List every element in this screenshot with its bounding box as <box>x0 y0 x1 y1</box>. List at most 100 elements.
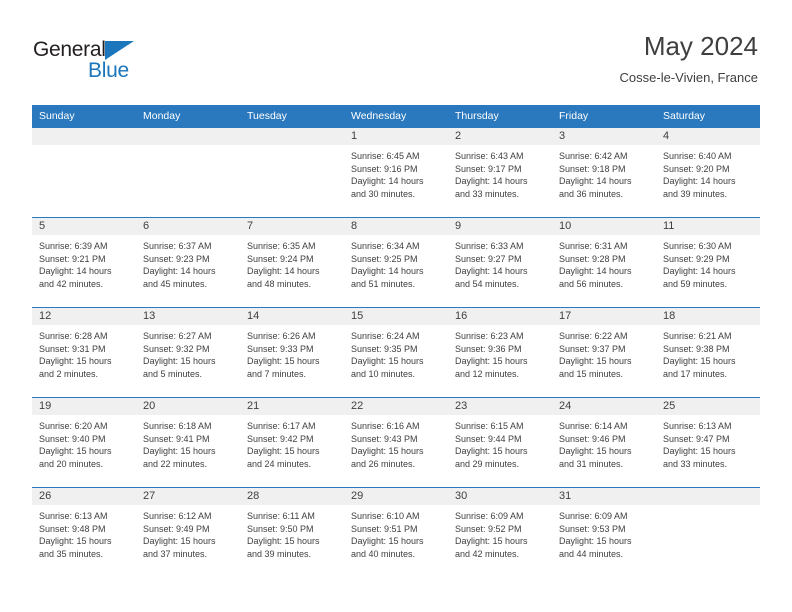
calendar-day-cell[interactable]: 14 Sunrise: 6:26 AM Sunset: 9:33 PM Dayligh… <box>240 307 344 398</box>
calendar-day-cell[interactable]: 1 Sunrise: 6:45 AM Sunset: 9:16 PM Daylight… <box>344 127 448 218</box>
day-details <box>136 145 240 150</box>
day-details: Sunrise: 6:15 AM Sunset: 9:44 PM Daylight:… <box>448 415 552 470</box>
day-details: Sunrise: 6:30 AM Sunset: 9:29 PM Daylight:… <box>656 235 760 290</box>
daylight-text: Daylight: 15 hours <box>559 536 632 547</box>
day-number: 3 <box>552 128 656 145</box>
calendar-day-cell[interactable]: 21 Sunrise: 6:17 AM Sunset: 9:42 PM Dayligh… <box>240 397 344 488</box>
calendar-day-cell[interactable]: 13 Sunrise: 6:27 AM Sunset: 9:32 PM Dayligh… <box>136 307 240 398</box>
sunrise-text: Sunrise: 6:20 AM <box>39 421 108 431</box>
day-number: 7 <box>240 218 344 235</box>
day-details: Sunrise: 6:12 AM Sunset: 9:49 PM Daylight:… <box>136 505 240 560</box>
calendar-day-cell[interactable]: 16 Sunrise: 6:23 AM Sunset: 9:36 PM Dayligh… <box>448 307 552 398</box>
daylight-text: Daylight: 15 hours <box>559 446 632 457</box>
day-details: Sunrise: 6:18 AM Sunset: 9:41 PM Daylight:… <box>136 415 240 470</box>
calendar-day-cell[interactable]: 23 Sunrise: 6:15 AM Sunset: 9:44 PM Dayligh… <box>448 397 552 488</box>
sunrise-text: Sunrise: 6:28 AM <box>39 331 108 341</box>
sunset-text: Sunset: 9:23 PM <box>143 253 210 264</box>
weekday-header-friday: Friday <box>552 105 656 128</box>
calendar-day-cell[interactable]: 31 Sunrise: 6:09 AM Sunset: 9:53 PM Dayligh… <box>552 487 656 577</box>
general-blue-logo[interactable]: General Blue <box>33 38 153 84</box>
day-details: Sunrise: 6:09 AM Sunset: 9:52 PM Daylight:… <box>448 505 552 560</box>
calendar-day-cell[interactable]: 9 Sunrise: 6:33 AM Sunset: 9:27 PM Daylight… <box>448 217 552 308</box>
calendar-day-cell[interactable]: 19 Sunrise: 6:20 AM Sunset: 9:40 PM Dayligh… <box>32 397 136 488</box>
calendar-day-cell[interactable]: 28 Sunrise: 6:11 AM Sunset: 9:50 PM Dayligh… <box>240 487 344 577</box>
daylight-text: and 31 minutes. <box>559 458 624 469</box>
daylight-text: Daylight: 14 hours <box>39 266 112 277</box>
day-details: Sunrise: 6:39 AM Sunset: 9:21 PM Daylight:… <box>32 235 136 290</box>
daylight-text: Daylight: 15 hours <box>455 356 528 367</box>
calendar-day-cell[interactable]: 29 Sunrise: 6:10 AM Sunset: 9:51 PM Dayligh… <box>344 487 448 577</box>
day-details: Sunrise: 6:11 AM Sunset: 9:50 PM Daylight:… <box>240 505 344 560</box>
calendar-day-cell[interactable]: 20 Sunrise: 6:18 AM Sunset: 9:41 PM Dayligh… <box>136 397 240 488</box>
calendar-day-cell[interactable]: 11 Sunrise: 6:30 AM Sunset: 9:29 PM Dayligh… <box>656 217 760 308</box>
sunset-text: Sunset: 9:53 PM <box>559 523 626 534</box>
day-number: 9 <box>448 218 552 235</box>
calendar-cell-empty <box>240 127 344 218</box>
calendar-day-cell[interactable]: 22 Sunrise: 6:16 AM Sunset: 9:43 PM Dayligh… <box>344 397 448 488</box>
day-details <box>32 145 136 150</box>
daylight-text: Daylight: 15 hours <box>663 446 736 457</box>
day-number: 1 <box>344 128 448 145</box>
day-number: 21 <box>240 398 344 415</box>
day-number: 2 <box>448 128 552 145</box>
calendar-week-row: 1 Sunrise: 6:45 AM Sunset: 9:16 PM Daylight… <box>32 127 760 218</box>
sunset-text: Sunset: 9:49 PM <box>143 523 210 534</box>
daylight-text: Daylight: 15 hours <box>247 536 320 547</box>
weekday-header-sunday: Sunday <box>32 105 136 128</box>
sunset-text: Sunset: 9:24 PM <box>247 253 314 264</box>
day-details: Sunrise: 6:28 AM Sunset: 9:31 PM Daylight:… <box>32 325 136 380</box>
daylight-text: Daylight: 15 hours <box>247 356 320 367</box>
sunset-text: Sunset: 9:17 PM <box>455 163 522 174</box>
calendar-day-cell[interactable]: 15 Sunrise: 6:24 AM Sunset: 9:35 PM Dayligh… <box>344 307 448 398</box>
day-number: 17 <box>552 308 656 325</box>
sunset-text: Sunset: 9:42 PM <box>247 433 314 444</box>
day-number: 15 <box>344 308 448 325</box>
day-details: Sunrise: 6:09 AM Sunset: 9:53 PM Daylight:… <box>552 505 656 560</box>
sunrise-text: Sunrise: 6:12 AM <box>143 511 212 521</box>
sunrise-text: Sunrise: 6:24 AM <box>351 331 420 341</box>
sunset-text: Sunset: 9:32 PM <box>143 343 210 354</box>
daylight-text: Daylight: 15 hours <box>663 356 736 367</box>
calendar-day-cell[interactable]: 17 Sunrise: 6:22 AM Sunset: 9:37 PM Dayligh… <box>552 307 656 398</box>
calendar-header-row: Sunday Monday Tuesday Wednesday Thursday Frid… <box>32 105 760 128</box>
sunset-text: Sunset: 9:18 PM <box>559 163 626 174</box>
calendar-day-cell[interactable]: 18 Sunrise: 6:21 AM Sunset: 9:38 PM Dayligh… <box>656 307 760 398</box>
daylight-text: and 20 minutes. <box>39 458 104 469</box>
calendar-day-cell[interactable]: 3 Sunrise: 6:42 AM Sunset: 9:18 PM Daylight… <box>552 127 656 218</box>
sunrise-text: Sunrise: 6:13 AM <box>663 421 732 431</box>
calendar-day-cell[interactable]: 2 Sunrise: 6:43 AM Sunset: 9:17 PM Daylight… <box>448 127 552 218</box>
sunrise-text: Sunrise: 6:30 AM <box>663 241 732 251</box>
sunset-text: Sunset: 9:50 PM <box>247 523 314 534</box>
calendar-week-row: 5 Sunrise: 6:39 AM Sunset: 9:21 PM Daylight… <box>32 217 760 308</box>
sunset-text: Sunset: 9:44 PM <box>455 433 522 444</box>
calendar-day-cell[interactable]: 27 Sunrise: 6:12 AM Sunset: 9:49 PM Dayligh… <box>136 487 240 577</box>
calendar-day-cell[interactable]: 30 Sunrise: 6:09 AM Sunset: 9:52 PM Dayligh… <box>448 487 552 577</box>
daylight-text: Daylight: 15 hours <box>143 446 216 457</box>
daylight-text: Daylight: 15 hours <box>247 446 320 457</box>
sunrise-text: Sunrise: 6:18 AM <box>143 421 212 431</box>
calendar-body: 1 Sunrise: 6:45 AM Sunset: 9:16 PM Daylight… <box>32 127 760 577</box>
calendar-day-cell[interactable]: 4 Sunrise: 6:40 AM Sunset: 9:20 PM Daylight… <box>656 127 760 218</box>
calendar-day-cell[interactable]: 7 Sunrise: 6:35 AM Sunset: 9:24 PM Daylight… <box>240 217 344 308</box>
calendar-day-cell[interactable]: 8 Sunrise: 6:34 AM Sunset: 9:25 PM Daylight… <box>344 217 448 308</box>
sunset-text: Sunset: 9:29 PM <box>663 253 730 264</box>
day-details <box>240 145 344 150</box>
day-number: 14 <box>240 308 344 325</box>
sunrise-text: Sunrise: 6:13 AM <box>39 511 108 521</box>
calendar-day-cell[interactable]: 10 Sunrise: 6:31 AM Sunset: 9:28 PM Dayligh… <box>552 217 656 308</box>
daylight-text: Daylight: 15 hours <box>351 536 424 547</box>
daylight-text: and 37 minutes. <box>143 548 208 559</box>
daylight-text: and 26 minutes. <box>351 458 416 469</box>
daylight-text: and 22 minutes. <box>143 458 208 469</box>
calendar-day-cell[interactable]: 6 Sunrise: 6:37 AM Sunset: 9:23 PM Daylight… <box>136 217 240 308</box>
day-number: 6 <box>136 218 240 235</box>
calendar-day-cell[interactable]: 12 Sunrise: 6:28 AM Sunset: 9:31 PM Dayligh… <box>32 307 136 398</box>
day-number: 5 <box>32 218 136 235</box>
calendar-day-cell[interactable]: 5 Sunrise: 6:39 AM Sunset: 9:21 PM Daylight… <box>32 217 136 308</box>
calendar-day-cell[interactable]: 26 Sunrise: 6:13 AM Sunset: 9:48 PM Dayligh… <box>32 487 136 577</box>
sunset-text: Sunset: 9:20 PM <box>663 163 730 174</box>
sunset-text: Sunset: 9:51 PM <box>351 523 418 534</box>
day-details: Sunrise: 6:10 AM Sunset: 9:51 PM Daylight:… <box>344 505 448 560</box>
calendar-day-cell[interactable]: 25 Sunrise: 6:13 AM Sunset: 9:47 PM Dayligh… <box>656 397 760 488</box>
calendar-day-cell[interactable]: 24 Sunrise: 6:14 AM Sunset: 9:46 PM Dayligh… <box>552 397 656 488</box>
